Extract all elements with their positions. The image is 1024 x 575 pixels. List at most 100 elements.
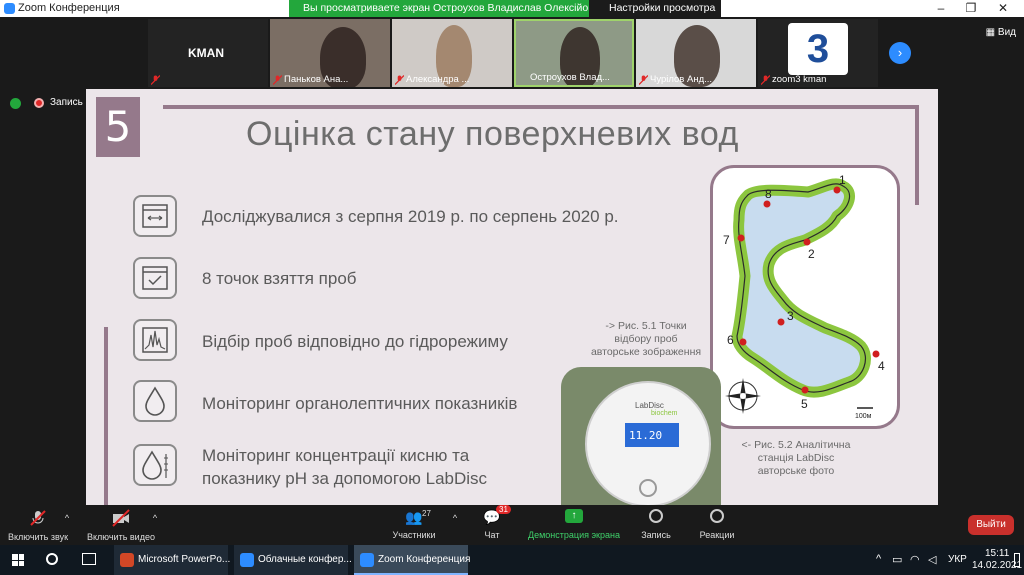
muted-mic-icon <box>761 75 770 85</box>
minimize-icon[interactable]: – <box>926 0 956 17</box>
maximize-icon[interactable]: ❐ <box>956 0 986 17</box>
divider <box>915 105 919 205</box>
device-display: 11.20 <box>625 423 679 447</box>
wifi-icon[interactable]: ◠ <box>910 553 920 566</box>
share-status-bar: Вы просматриваете экран Остроухов Владис… <box>289 0 721 26</box>
participants-count: 27 <box>422 509 431 518</box>
gallery-strip: KMAN Паньков Ана... Александра ... Остро… <box>0 17 1024 89</box>
point-label: 2 <box>808 247 815 261</box>
zoom-icon <box>240 553 254 567</box>
muted-mic-icon <box>151 75 160 85</box>
participant-name-label: Остроухов Влад... <box>530 72 610 83</box>
participant-name-label: Чурілов Анд... <box>650 74 713 85</box>
task-view-icon[interactable] <box>82 553 96 565</box>
participant-name-label: KMAN <box>188 46 224 60</box>
language-indicator[interactable]: УКР <box>948 554 967 565</box>
view-button-label: Вид <box>997 27 1016 38</box>
point-label: 6 <box>727 333 734 347</box>
participants-label: Участники <box>392 530 436 540</box>
calendar-check-icon <box>133 257 177 299</box>
search-icon[interactable] <box>46 553 58 565</box>
window-title: Zoom Конференция <box>18 2 120 14</box>
bullet-text: 8 точок взяття проб <box>202 269 357 288</box>
windows-taskbar: Microsoft PowerPo... Облачные конфер... … <box>0 545 1024 575</box>
share-screen-label: Демонстрация экрана <box>528 530 620 540</box>
taskbar-app-zoom-cloud[interactable]: Облачные конфер... <box>234 545 352 575</box>
caption-line: відбору проб <box>614 333 678 345</box>
network-icon[interactable]: ▭ <box>892 553 902 566</box>
participant-name-label: zoom3 kman <box>772 74 827 85</box>
tray-chevron-icon[interactable]: ^ <box>876 553 881 565</box>
point-label: 8 <box>765 187 772 201</box>
unmute-button[interactable]: Включить звук <box>6 509 70 542</box>
divider <box>163 105 919 109</box>
lake-map: 1 2 3 4 5 6 7 8 100м <box>723 173 885 420</box>
device-sub: biochem <box>651 410 678 417</box>
power-icon <box>639 479 657 497</box>
caption-line: станція LabDisc <box>757 452 835 464</box>
close-icon[interactable]: ✕ <box>988 0 1018 17</box>
taskbar-app-powerpoint[interactable]: Microsoft PowerPo... <box>114 545 230 575</box>
video-tile[interactable]: 3 zoom3 kman <box>758 19 878 87</box>
volume-icon[interactable]: ◁ <box>928 553 936 566</box>
point-label: 5 <box>801 397 808 411</box>
title-bar: Zoom Конференция Вы просматриваете экран… <box>0 0 1024 26</box>
point-label: 7 <box>723 233 730 247</box>
zoom-icon <box>360 553 374 567</box>
video-tile[interactable]: KMAN <box>148 19 268 87</box>
divider <box>104 327 108 505</box>
chevron-up-icon[interactable]: ^ <box>150 513 160 523</box>
slide-number: 5 <box>96 97 140 157</box>
water-drop-icon <box>133 380 177 422</box>
spectrum-chart-icon <box>133 319 177 361</box>
windows-start-icon[interactable] <box>12 554 24 566</box>
start-video-button[interactable]: Включить видео <box>84 509 158 542</box>
zoom-logo-icon <box>4 3 15 14</box>
share-screen-button[interactable]: ↑ Демонстрация экрана <box>526 509 622 540</box>
water-level-drop-icon <box>133 444 177 486</box>
leave-meeting-button[interactable]: Выйти <box>968 515 1014 535</box>
record-label: Запись <box>641 530 671 540</box>
caption-line: авторське зображення <box>590 346 702 358</box>
record-button[interactable]: Запись <box>638 509 674 540</box>
video-tile-active-speaker[interactable]: Остроухов Влад... <box>514 19 634 87</box>
point-label: 1 <box>839 173 846 187</box>
figure-caption: <- Рис. 5.2 Аналітична станція LabDisc а… <box>726 439 866 478</box>
chat-button[interactable]: 💬 31 Чат <box>476 505 511 540</box>
reactions-button[interactable]: Реакции <box>696 509 738 540</box>
clock-time[interactable]: 15:11 <box>985 548 1009 559</box>
bullet-text: Досліджувалися з серпня 2019 р. по серпе… <box>202 207 619 226</box>
share-status-message: Вы просматриваете экран Остроухов Владис… <box>303 2 609 14</box>
bullet-text: показнику рН за допомогою LabDisc <box>202 469 488 488</box>
point-label: 3 <box>787 309 794 323</box>
chevron-up-icon[interactable]: ^ <box>450 513 460 523</box>
view-options-label: Настройки просмотра <box>609 2 716 14</box>
recording-label: Запись <box>50 97 83 108</box>
chat-badge: 31 <box>496 505 511 514</box>
lake-map-figure: 1 2 3 4 5 6 7 8 100м <box>710 165 900 429</box>
point-label: 4 <box>878 359 885 373</box>
view-options-button[interactable]: Настройки просмотра ⌄ <box>589 0 721 26</box>
notifications-icon[interactable] <box>1014 553 1020 567</box>
participants-icon: 👥 27 <box>405 509 431 525</box>
zoom-window: Zoom Конференция Вы просматриваете экран… <box>0 0 1024 575</box>
chevron-up-icon[interactable]: ^ <box>62 513 72 523</box>
labdisc-device: LabDisc biochem 11.20 <box>585 381 711 505</box>
next-page-arrow-icon[interactable]: › <box>889 42 911 64</box>
video-off-icon <box>112 509 130 527</box>
video-tile[interactable]: Чурілов Анд... <box>636 19 756 87</box>
school-logo: 3 <box>788 23 848 75</box>
bullet-text: Відбір проб відповідно до гідрорежиму <box>202 332 508 351</box>
meeting-toolbar: Включить звук ^ Включить видео ^ 👥 27 Уча… <box>0 505 1024 545</box>
participant-name-label: Александра ... <box>406 74 470 85</box>
taskbar-app-zoom-meeting[interactable]: Zoom Конференция <box>354 545 471 575</box>
shared-slide: 5 Оцінка стану поверхневих вод Досліджув… <box>86 89 938 505</box>
unmute-label: Включить звук <box>7 532 69 542</box>
participants-button[interactable]: 👥 27 Участники <box>392 509 436 540</box>
view-button[interactable]: ▦ Вид <box>986 27 1016 38</box>
video-tile[interactable]: Александра ... <box>392 19 512 87</box>
start-video-label: Включить видео <box>87 532 155 542</box>
taskbar-app-label: Облачные конфер... <box>258 554 352 565</box>
taskbar-app-label: Zoom Конференция <box>378 554 471 565</box>
video-tile[interactable]: Паньков Ана... <box>270 19 390 87</box>
